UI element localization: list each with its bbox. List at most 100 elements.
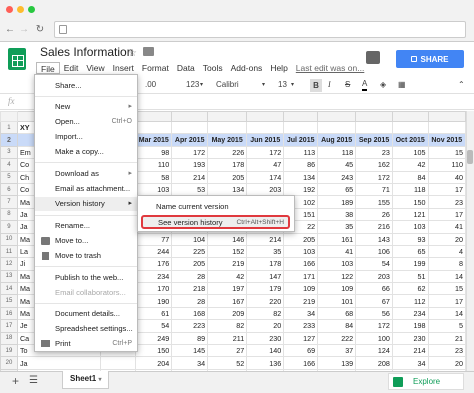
data-cell[interactable]: 244 [135,244,173,259]
data-cell[interactable]: 42 [207,269,248,284]
data-cell[interactable]: 15 [427,145,466,160]
data-cell[interactable]: 205 [283,232,319,246]
data-cell[interactable]: 41 [427,220,466,234]
menu-name-current-version[interactable]: Name current version [138,200,294,214]
menu-format[interactable]: Format [138,62,173,74]
menu-file[interactable]: File [36,62,60,74]
document-title[interactable]: Sales Information [40,45,133,59]
data-cell[interactable]: 220 [246,294,285,308]
folder-icon[interactable] [143,47,154,56]
data-cell[interactable]: 140 [246,344,285,358]
data-cell[interactable]: 205 [207,170,248,184]
sheet-tab[interactable]: Sheet1 ▾ [62,371,110,389]
data-cell[interactable]: 209 [207,306,248,321]
data-cell[interactable]: 166 [283,257,319,271]
font-size-select[interactable]: 13 [278,78,287,92]
close-window-button[interactable] [6,6,13,13]
menu-download-as[interactable]: Download as ▸ [35,167,137,181]
data-cell[interactable]: 28 [171,294,209,308]
column-header[interactable] [171,111,209,122]
menu-document-details[interactable]: Document details... [35,307,137,321]
data-cell[interactable]: 5 [427,319,466,333]
share-button[interactable]: SHARE [396,50,464,68]
data-cell[interactable]: 62 [391,282,429,296]
row-header[interactable]: 16 [0,306,18,321]
menu-addons[interactable]: Add-ons [227,62,267,74]
data-cell[interactable]: 20 [246,319,285,333]
row-header[interactable]: 5 [0,170,18,184]
collapse-menu-icon[interactable]: ⌃ [458,78,465,92]
data-cell[interactable]: 103 [317,257,357,271]
data-cell[interactable]: 211 [207,331,248,346]
chevron-down-icon[interactable]: ▾ [98,377,101,383]
row-header[interactable]: 11 [0,244,18,259]
data-cell[interactable]: 34 [283,306,319,321]
data-cell[interactable]: 47 [246,158,285,172]
sheets-logo-icon[interactable] [8,48,26,70]
data-cell[interactable]: 69 [283,344,319,358]
data-cell[interactable]: 40 [427,170,466,184]
data-cell[interactable]: 103 [283,244,319,259]
data-cell[interactable]: 127 [283,331,319,346]
data-cell[interactable]: 82 [246,306,285,321]
cell[interactable] [207,120,248,135]
data-cell[interactable]: 23 [427,344,466,358]
data-cell[interactable]: 134 [207,182,248,197]
menu-email-attachment[interactable]: Email as attachment... [35,182,137,196]
data-cell[interactable]: 109 [317,282,357,296]
menu-move-to-trash[interactable]: Move to trash [35,249,137,263]
chevron-down-icon[interactable]: ▾ [262,78,265,92]
back-icon[interactable]: ← [4,24,16,36]
data-cell[interactable]: 77 [135,232,173,246]
data-cell[interactable]: 190 [135,294,173,308]
data-cell[interactable]: 105 [391,145,429,160]
data-cell[interactable]: 98 [135,145,173,160]
data-cell[interactable]: 150 [391,195,429,209]
row-header[interactable]: 6 [0,182,18,197]
strikethrough-button[interactable]: S [345,78,350,92]
data-cell[interactable]: 189 [317,195,357,209]
scrollbar-thumb[interactable] [467,150,473,164]
address-bar[interactable] [54,21,466,38]
select-all-corner[interactable] [0,111,18,122]
reload-icon[interactable]: ↻ [34,24,46,36]
data-cell[interactable]: 214 [171,170,209,184]
cell[interactable] [171,120,209,135]
data-cell[interactable]: 109 [283,282,319,296]
data-cell[interactable]: 41 [317,244,357,259]
cell[interactable] [391,120,429,135]
data-cell[interactable]: 136 [246,356,285,370]
data-cell[interactable]: 89 [171,331,209,346]
data-cell[interactable]: 152 [207,244,248,259]
column-header[interactable] [391,111,429,122]
italic-button[interactable]: I [328,78,331,92]
data-cell[interactable]: 66 [355,282,393,296]
menu-make-copy[interactable]: Make a copy... [35,145,137,159]
data-cell[interactable]: 230 [391,331,429,346]
data-cell[interactable]: 110 [135,158,173,172]
data-cell[interactable]: 145 [171,344,209,358]
row-header[interactable]: 20 [0,356,18,370]
data-cell[interactable]: 65 [391,244,429,259]
data-cell[interactable]: 170 [135,282,173,296]
cell[interactable] [317,120,357,135]
data-cell[interactable]: 4 [427,244,466,259]
menu-open[interactable]: Open... Ctrl+O [35,115,137,129]
data-cell[interactable]: 17 [427,207,466,222]
data-cell[interactable]: 146 [207,232,248,246]
data-cell[interactable]: 103 [135,182,173,197]
data-cell[interactable]: 23 [355,145,393,160]
menu-tools[interactable]: Tools [199,62,227,74]
menu-share[interactable]: Share... [35,79,137,93]
data-cell[interactable]: 8 [427,257,466,271]
forward-icon[interactable]: → [18,24,30,36]
data-cell[interactable]: 86 [283,158,319,172]
data-cell[interactable]: 214 [391,344,429,358]
data-cell[interactable]: 167 [207,294,248,308]
data-cell[interactable]: 147 [246,269,285,284]
row-header[interactable]: 13 [0,269,18,284]
data-cell[interactable]: 219 [283,294,319,308]
column-title-cell[interactable]: Mar 2015 [135,133,173,147]
data-cell[interactable]: 28 [171,269,209,284]
borders-icon[interactable]: ▦ [398,78,406,92]
